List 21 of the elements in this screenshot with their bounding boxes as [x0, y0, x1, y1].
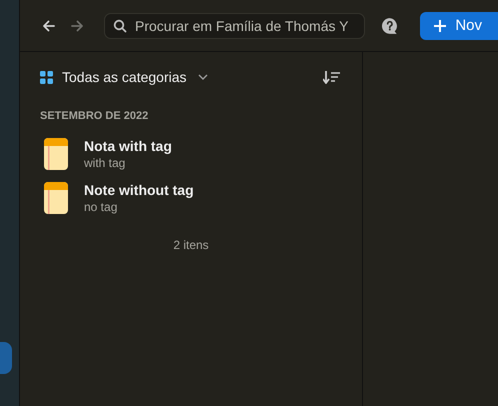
- arrow-left-icon: [42, 18, 56, 32]
- help-icon[interactable]: [380, 16, 398, 34]
- arrow-right-icon: [70, 18, 84, 32]
- note-title: Note without tag: [84, 182, 194, 198]
- grid-icon: [40, 70, 53, 84]
- note-subtitle: with tag: [84, 156, 126, 170]
- search-field[interactable]: Procurar em Família de Thomás Y: [104, 12, 365, 38]
- note-title: Nota with tag: [84, 138, 172, 154]
- item-count: 2 itens: [172, 238, 210, 252]
- plus-icon: [434, 20, 446, 32]
- category-dropdown[interactable]: Todas as categorias: [40, 69, 208, 85]
- sort-icon[interactable]: [323, 70, 340, 84]
- search-icon: [113, 18, 127, 32]
- new-button[interactable]: Nov: [420, 12, 498, 40]
- notepad-icon: [44, 182, 68, 214]
- chevron-down-icon: [198, 74, 208, 80]
- note-subtitle: no tag: [84, 200, 118, 214]
- section-heading: SETEMBRO DE 2022: [40, 110, 150, 122]
- notepad-icon: [44, 138, 68, 170]
- note-item[interactable]: Note without tag no tag: [40, 176, 342, 220]
- note-item[interactable]: Nota with tag with tag: [40, 132, 342, 176]
